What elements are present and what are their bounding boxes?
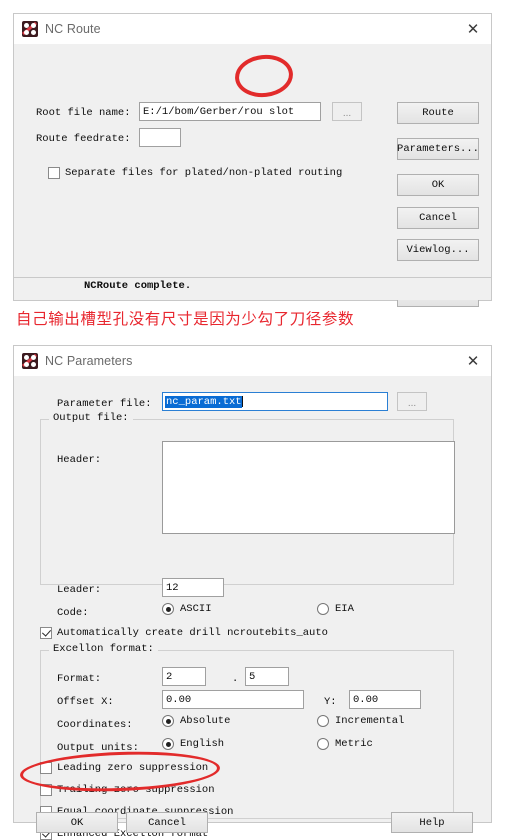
nc-route-dialog: NC Route ✕ Root file name: E:/1/bom/Gerb… <box>13 13 492 307</box>
params-ok-button[interactable]: OK <box>36 812 118 833</box>
format-integer-input[interactable]: 2 <box>162 667 206 686</box>
header-textarea[interactable] <box>162 441 455 534</box>
offset-y-input[interactable]: 0.00 <box>349 690 421 709</box>
offset-x-input[interactable]: 0.00 <box>162 690 304 709</box>
units-english-label: English <box>180 738 225 750</box>
code-option-ascii[interactable]: ASCII <box>162 603 212 615</box>
route-button[interactable]: Route <box>397 102 479 124</box>
close-icon[interactable]: ✕ <box>465 353 481 369</box>
nc-parameters-dialog: NC Parameters ✕ Parameter file: nc_param… <box>13 345 492 840</box>
units-option-metric[interactable]: Metric <box>317 738 373 750</box>
root-file-browse-button[interactable]: ... <box>332 102 362 121</box>
root-file-name-input[interactable]: E:/1/bom/Gerber/rou slot <box>139 102 321 121</box>
coordinates-option-incremental[interactable]: Incremental <box>317 715 404 727</box>
separate-files-label: Separate files for plated/non-plated rou… <box>65 167 343 179</box>
excellon-format-legend: Excellon format: <box>49 643 158 655</box>
nc-app-icon <box>22 353 38 369</box>
code-option-eia[interactable]: EIA <box>317 603 354 615</box>
route-feedrate-input[interactable] <box>139 128 181 147</box>
route-feedrate-label: Route feedrate: <box>36 133 131 145</box>
nc-parameters-titlebar: NC Parameters ✕ <box>14 346 491 376</box>
coordinates-option-absolute[interactable]: Absolute <box>162 715 230 727</box>
parameter-file-value: nc_param.txt <box>165 395 242 408</box>
units-option-english[interactable]: English <box>162 738 224 750</box>
coordinates-absolute-label: Absolute <box>180 715 231 727</box>
radio-button <box>317 603 329 615</box>
trailing-zero-suppression-label: Trailing zero suppression <box>57 784 215 796</box>
header-label: Header: <box>57 454 102 466</box>
annotation-note-text: 自己输出槽型孔没有尺寸是因为少勾了刀径参数 <box>16 310 355 328</box>
coordinates-incremental-label: Incremental <box>335 715 405 727</box>
ok-button[interactable]: OK <box>397 174 479 196</box>
status-text: NCRoute complete. <box>84 280 192 292</box>
cancel-button[interactable]: Cancel <box>397 207 479 229</box>
checkbox-box <box>40 762 52 774</box>
trailing-zero-suppression-checkbox[interactable]: Trailing zero suppression <box>40 784 215 796</box>
format-separator: . <box>232 673 239 685</box>
parameter-file-browse-button[interactable]: ... <box>397 392 427 411</box>
leading-zero-suppression-checkbox[interactable]: Leading zero suppression <box>40 762 208 774</box>
root-file-name-label: Root file name: <box>36 107 131 119</box>
auto-create-drill-label: Automatically create drill ncroutebits_a… <box>57 627 328 639</box>
viewlog-button[interactable]: Viewlog... <box>397 239 479 261</box>
checkbox-box <box>40 784 52 796</box>
code-eia-label: EIA <box>335 603 354 615</box>
offset-x-label: Offset X: <box>57 696 114 708</box>
radio-button <box>317 738 329 750</box>
radio-button <box>162 738 174 750</box>
output-file-legend: Output file: <box>49 412 133 424</box>
radio-button <box>162 715 174 727</box>
radio-button <box>162 603 174 615</box>
nc-route-body: Root file name: E:/1/bom/Gerber/rou slot… <box>14 44 491 307</box>
nc-route-titlebar: NC Route ✕ <box>14 14 491 44</box>
radio-button <box>317 715 329 727</box>
output-units-label: Output units: <box>57 742 139 754</box>
nc-route-statusbar: NCRoute complete. <box>14 277 491 300</box>
format-label: Format: <box>57 673 102 685</box>
nc-parameters-title: NC Parameters <box>45 354 133 368</box>
params-cancel-button[interactable]: Cancel <box>126 812 208 833</box>
text-caret <box>241 396 243 407</box>
units-metric-label: Metric <box>335 738 373 750</box>
parameter-file-input[interactable]: nc_param.txt <box>162 392 388 411</box>
separate-files-checkbox[interactable]: Separate files for plated/non-plated rou… <box>48 167 342 179</box>
code-label: Code: <box>57 607 89 619</box>
parameter-file-label: Parameter file: <box>57 398 152 410</box>
format-decimal-input[interactable]: 5 <box>245 667 289 686</box>
checkbox-box <box>48 167 60 179</box>
params-help-button[interactable]: Help <box>391 812 473 833</box>
coordinates-label: Coordinates: <box>57 719 133 731</box>
close-icon[interactable]: ✕ <box>465 21 481 37</box>
auto-create-drill-checkbox[interactable]: Automatically create drill ncroutebits_a… <box>40 627 328 639</box>
code-ascii-label: ASCII <box>180 603 212 615</box>
checkbox-box <box>40 627 52 639</box>
leader-input[interactable]: 12 <box>162 578 224 597</box>
leading-zero-suppression-label: Leading zero suppression <box>57 762 209 774</box>
nc-parameters-body: Parameter file: nc_param.txt ... Output … <box>14 376 491 840</box>
nc-app-icon <box>22 21 38 37</box>
leader-label: Leader: <box>57 584 102 596</box>
parameters-button[interactable]: Parameters... <box>397 138 479 160</box>
nc-route-title: NC Route <box>45 22 101 36</box>
offset-y-label: Y: <box>324 696 337 708</box>
